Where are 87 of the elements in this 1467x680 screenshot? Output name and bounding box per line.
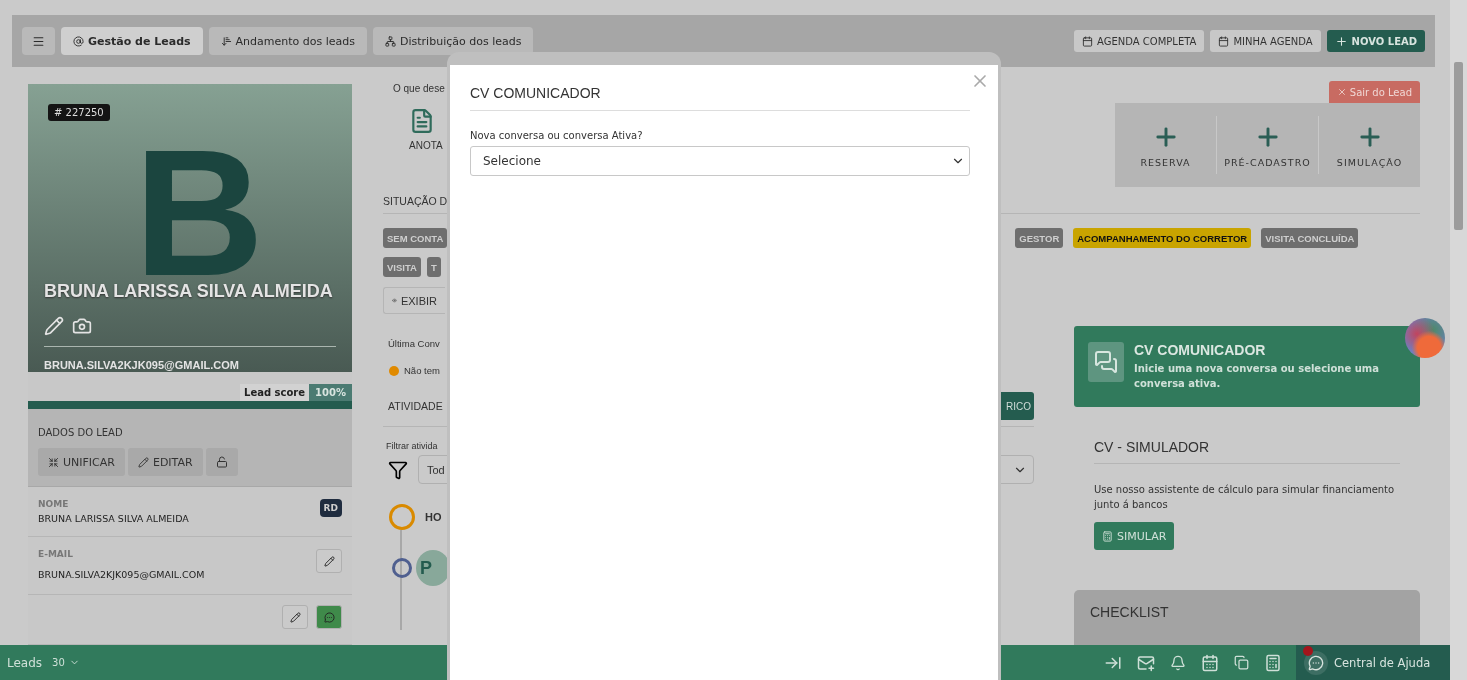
menu-icon: [32, 34, 45, 48]
camera-icon[interactable]: [72, 316, 92, 336]
calculator-icon: [1102, 530, 1113, 542]
filter-label: Filtrar ativida: [386, 441, 439, 451]
card-text: Inicie uma nova conversa ou selecione uma conversa ativa.: [1134, 362, 1381, 391]
timeline-date: HO: [425, 511, 442, 523]
document-icon[interactable]: [409, 108, 435, 134]
card-title: CV COMUNICADOR: [1134, 342, 1267, 358]
create-action-button[interactable]: RESERVA: [1115, 116, 1216, 174]
stage-tag[interactable]: GESTOR: [1015, 228, 1064, 248]
timeline-marker: [392, 558, 412, 578]
section-title: DADOS DO LEAD: [38, 427, 124, 438]
notification-dot: [1303, 646, 1313, 656]
plus-icon: [1334, 34, 1348, 48]
help-center-button[interactable]: Central de Ajuda: [1296, 645, 1450, 680]
create-action-button[interactable]: SIMULAÇÃO: [1318, 116, 1420, 174]
copy-icon[interactable]: [1234, 655, 1249, 670]
nav-tab[interactable]: Andamento dos leads: [208, 27, 368, 55]
scrollbar[interactable]: [1450, 0, 1467, 680]
bell-icon[interactable]: [1170, 654, 1186, 671]
mail-icon[interactable]: [1137, 653, 1155, 672]
simulator-description: Use nosso assistente de cálculo para simular financiamento junto á bancos: [1094, 483, 1396, 512]
calendar-icon: [1218, 35, 1230, 47]
filter-icon: [388, 459, 408, 480]
agenda-button[interactable]: MINHA AGENDA: [1210, 30, 1321, 52]
close-icon: [1336, 87, 1347, 97]
last-conversation-status: Não tem: [404, 365, 440, 376]
section-title: CV - SIMULADOR: [1094, 439, 1400, 464]
conversation-select[interactable]: Selecione: [470, 146, 970, 176]
lock-button[interactable]: [205, 448, 238, 476]
edit-button[interactable]: [316, 549, 342, 573]
calendar-icon[interactable]: [1201, 653, 1219, 672]
nav-tab[interactable]: Gestão de Leads: [61, 27, 203, 55]
quick-action-label[interactable]: ANOTA: [409, 140, 443, 151]
communicator-card[interactable]: CV COMUNICADOR Inicie uma nova conversa ou selecione uma conversa ativa.: [1074, 326, 1420, 407]
create-action-button[interactable]: PRÉ-CADASTRO: [1216, 116, 1318, 174]
shrink-icon: [48, 456, 59, 468]
timeline-marker: [389, 504, 415, 530]
calculator-icon[interactable]: [1264, 653, 1282, 672]
leads-label: Leads: [7, 655, 43, 670]
section-title: ATIVIDADE: [387, 400, 443, 412]
field-label: E-MAIL: [38, 549, 74, 559]
merge-button[interactable]: UNIFICAR: [38, 448, 125, 476]
stage-tag[interactable]: T: [426, 257, 441, 277]
field-value: BRUNA.SILVA2KJK095@GMAIL.COM: [38, 569, 205, 580]
source-badge: RD: [319, 499, 342, 517]
leads-count[interactable]: 30: [52, 657, 65, 668]
pencil-icon: [137, 456, 149, 468]
field-label: Nova conversa ou conversa Ativa?: [470, 130, 644, 141]
whatsapp-button[interactable]: [316, 605, 342, 629]
last-conversation-label: Última Conv: [388, 338, 441, 349]
pencil-icon[interactable]: [44, 316, 64, 336]
stage-tag[interactable]: VISITA: [383, 257, 421, 277]
field-label: NOME: [38, 499, 70, 509]
avatar-letter: B: [134, 146, 264, 280]
avatar-letter: P: [420, 557, 432, 579]
sort-icon: [220, 35, 232, 47]
simulate-button[interactable]: SIMULAR: [1094, 522, 1175, 550]
chat-icon: [323, 611, 335, 623]
field-value: BRUNA LARISSA SILVA ALMEIDA: [38, 513, 189, 524]
edit-button[interactable]: EDITAR: [127, 448, 203, 476]
stage-tag[interactable]: ACOMPANHAMENTO DO CORRETOR: [1073, 228, 1252, 248]
chat-bubbles-icon: [1094, 350, 1118, 374]
dialog-title: CV COMUNICADOR: [470, 85, 970, 111]
prompt-text: O que dese: [393, 83, 445, 94]
section-title: CHECKLIST: [1090, 604, 1170, 620]
calendar-icon: [1082, 35, 1094, 47]
pencil-icon: [289, 611, 301, 623]
agenda-button[interactable]: AGENDA COMPLETA: [1074, 30, 1205, 52]
new-lead-button[interactable]: NOVO LEAD: [1326, 30, 1425, 52]
stage-tag[interactable]: SEM CONTA: [383, 228, 448, 248]
lock-icon: [215, 456, 228, 468]
lead-score-value: 100%: [309, 383, 352, 401]
lead-id-badge: # 227250: [48, 104, 110, 121]
pencil-icon: [323, 555, 335, 567]
sitemap-icon: [385, 35, 397, 47]
edit-button[interactable]: [282, 605, 308, 629]
nav-tab[interactable]: Distribuição dos leads: [373, 27, 534, 55]
menu-button[interactable]: [22, 27, 55, 55]
at-icon: [73, 35, 84, 47]
status-dot: [389, 365, 399, 376]
lead-score-label: Lead score: [240, 383, 310, 401]
chat-icon: [1308, 654, 1324, 671]
stage-tag[interactable]: VISITA CONCLUÍDA: [1261, 228, 1359, 248]
lead-name: BRUNA LARISSA SILVA ALMEIDA: [44, 281, 334, 302]
lead-email: BRUNA.SILVA2KJK095@GMAIL.COM: [44, 359, 240, 371]
show-button[interactable]: EXIBIR: [383, 287, 445, 314]
